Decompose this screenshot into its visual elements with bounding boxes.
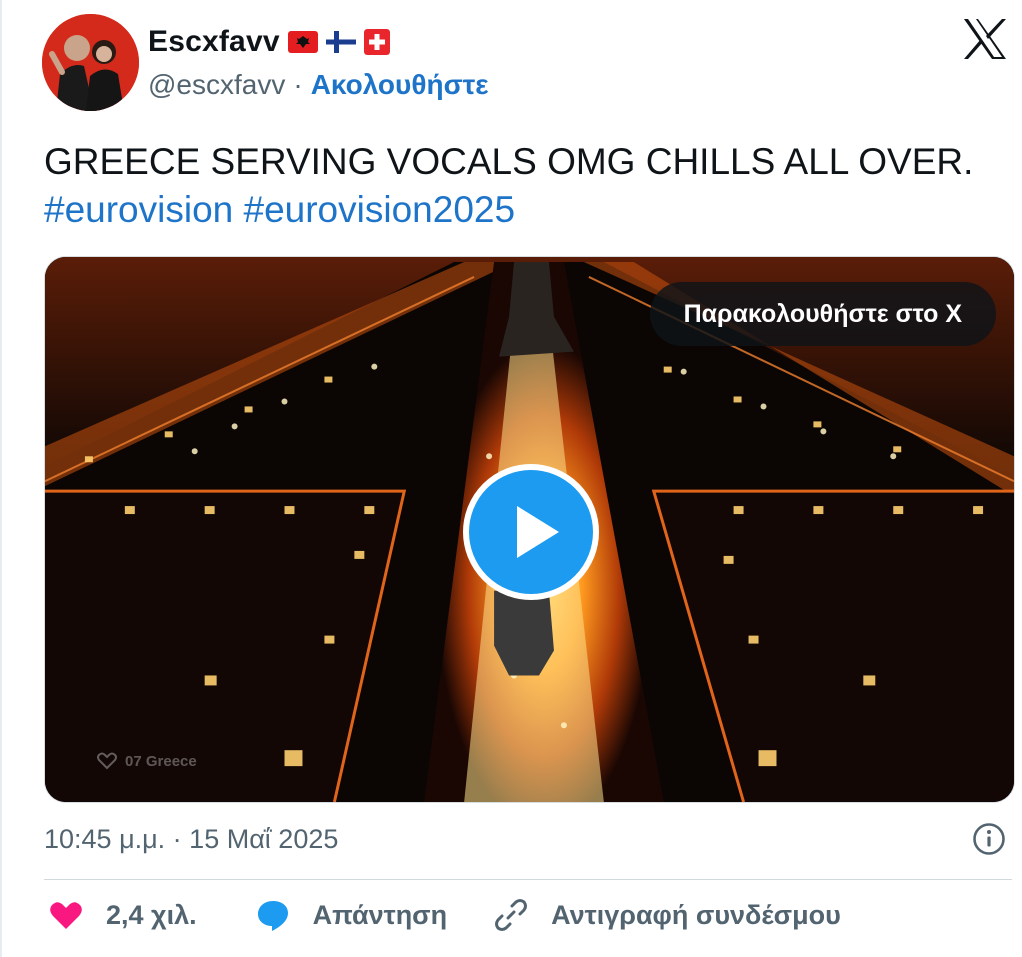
copy-link-label: Αντιγραφή συνδέσμου <box>551 899 841 930</box>
action-bar: 2,4 χιλ. Απάντηση Αντιγραφή συνδέσμου <box>48 897 841 933</box>
switzerland-flag-icon <box>363 29 390 55</box>
tweet-card: Escxfavv @escxfavv · Ακολουθήστε GREECE … <box>0 0 1022 957</box>
overlay-text: 07 Greece <box>125 752 197 770</box>
copy-link-button[interactable]: Αντιγραφή συνδέσμου <box>493 897 841 933</box>
video-overlay-label: 07 Greece <box>97 752 197 770</box>
display-name[interactable]: Escxfavv <box>148 25 280 59</box>
finland-flag-icon <box>325 31 356 53</box>
tweet-hashtags[interactable]: #eurovision #eurovision2025 <box>44 186 1004 234</box>
tweet-body: GREECE SERVING VOCALS OMG CHILLS ALL OVE… <box>44 141 974 182</box>
link-icon <box>493 897 529 933</box>
follow-button[interactable]: Ακολουθήστε <box>311 69 489 101</box>
x-logo-icon[interactable] <box>962 18 1008 60</box>
play-icon[interactable] <box>463 464 599 600</box>
reply-bubble-icon <box>255 897 291 933</box>
separator-dot: · <box>293 69 303 100</box>
avatar[interactable] <box>42 14 139 111</box>
author-handle[interactable]: @escxfavv <box>148 69 285 101</box>
tweet-text: GREECE SERVING VOCALS OMG CHILLS ALL OVE… <box>44 138 1004 234</box>
reply-button[interactable]: Απάντηση <box>255 897 448 933</box>
reply-label: Απάντηση <box>312 899 448 930</box>
heart-outline-icon <box>97 752 117 770</box>
likes-count: 2,4 χιλ. <box>106 899 197 930</box>
author-name-row: Escxfavv <box>148 25 390 59</box>
like-button[interactable]: 2,4 χιλ. <box>48 897 197 933</box>
tweet-timestamp[interactable]: 10:45 μ.μ. · 15 Μαΐ 2025 <box>44 824 338 855</box>
albania-flag-icon <box>287 31 318 53</box>
handle-row: @escxfavv · Ακολουθήστε <box>148 69 489 101</box>
watch-on-x-button[interactable]: Παρακολουθήστε στο X <box>649 282 996 346</box>
info-icon[interactable] <box>972 822 1006 856</box>
heart-icon <box>48 897 84 933</box>
video-media[interactable]: Παρακολουθήστε στο X 07 Greece <box>44 256 1015 803</box>
divider <box>44 879 1012 880</box>
